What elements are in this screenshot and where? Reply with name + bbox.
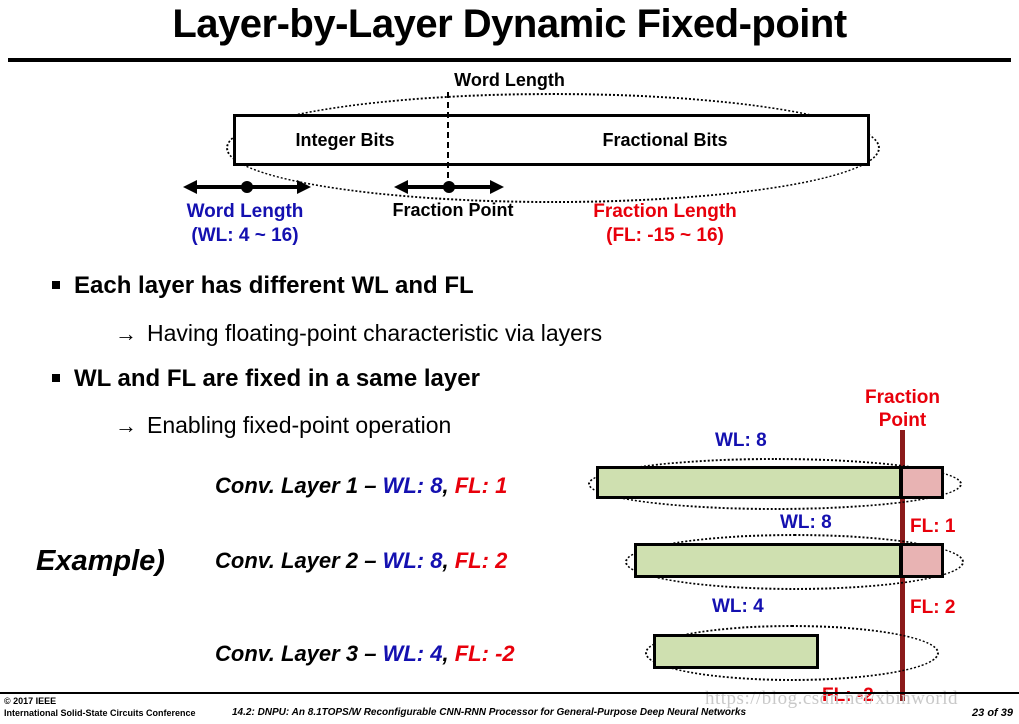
word-length-label: Word Length [454, 70, 565, 90]
bar-1-fraction [900, 466, 944, 499]
layer-2-fl-label: FL: [454, 548, 489, 573]
layer-3-dash: – [364, 641, 377, 666]
bar-3-wl-label: WL: 4 [712, 596, 764, 617]
bar-3-integer [653, 634, 819, 669]
bar-1-fl-label: FL: 1 [910, 516, 956, 537]
bullet-2: WL and FL are fixed in a same layer [52, 365, 480, 393]
bar-2-integer [634, 543, 902, 578]
fraction-length-caption-line2: (FL: -15 ~ 16) [606, 225, 724, 247]
footer-divider [0, 692, 1019, 694]
layer-3-wl-label: WL: [382, 641, 425, 666]
layer-1-comma: , [442, 473, 449, 498]
layer-1-wl-label: WL: [382, 473, 425, 498]
layer-2-comma: , [442, 548, 449, 573]
layer-2-fl-value: 2 [495, 548, 508, 573]
example-label: Example) [36, 545, 165, 577]
layer-1-wl-value: 8 [430, 473, 443, 498]
fraction-length-caption: Fraction Length (FL: -15 ~ 16) [540, 200, 790, 249]
fraction-point-header-line1: Fraction [865, 387, 940, 408]
bar-1-integer [596, 466, 902, 499]
fraction-point-arrow-icon [394, 180, 504, 194]
word-length-arrow-icon [183, 180, 311, 194]
layer-row-3: Conv. Layer 3 – WL: 4, FL: -2 [215, 641, 515, 667]
layer-2-name: Conv. Layer 2 [215, 548, 359, 573]
layer-3-fl-label: FL: [454, 641, 489, 666]
bullet-square-icon [52, 280, 60, 289]
footer-paper-title: 14.2: DNPU: An 8.1TOPS/W Reconfigurable … [232, 707, 747, 718]
fraction-point-divider [447, 92, 449, 188]
layer-2-wl-value: 8 [430, 548, 443, 573]
word-length-caption: Word Length (WL: 4 ~ 16) [125, 200, 365, 249]
slide: Layer-by-Layer Dynamic Fixed-point Word … [0, 0, 1019, 724]
layer-3-fl-value: -2 [495, 641, 515, 666]
bullet-2-text: WL and FL are fixed in a same layer [74, 365, 480, 392]
bullet-1-text: Each layer has different WL and FL [74, 272, 474, 299]
sub-bullet-2-text: Enabling fixed-point operation [147, 412, 452, 438]
layer-3-name: Conv. Layer 3 [215, 641, 359, 666]
layer-3-comma: , [442, 641, 449, 666]
sub-bullet-1-text: Having floating-point characteristic via… [147, 320, 603, 346]
arrow-right-icon: → [115, 321, 137, 346]
integer-bits-label: Integer Bits [295, 130, 395, 150]
bullet-square-icon [52, 373, 60, 382]
bar-2-fl-label: FL: 2 [910, 597, 956, 618]
layer-1-fl-label: FL: [454, 473, 489, 498]
bullet-1: Each layer has different WL and FL [52, 272, 474, 300]
title-divider [8, 58, 1011, 62]
layer-1-name: Conv. Layer 1 [215, 473, 359, 498]
bar-2-wl-label: WL: 8 [780, 512, 832, 533]
layer-2-dash: – [364, 548, 377, 573]
fraction-point-header: Fraction Point [835, 387, 970, 433]
layer-1-dash: – [364, 473, 377, 498]
footer-page-number: 23 of 39 [972, 707, 1013, 719]
word-length-caption-line1: Word Length [186, 201, 304, 222]
page-title: Layer-by-Layer Dynamic Fixed-point [172, 2, 847, 46]
sub-bullet-2: → Enabling fixed-point operation [115, 412, 451, 439]
layer-row-1: Conv. Layer 1 – WL: 8, FL: 1 [215, 473, 507, 499]
copyright: © 2017 IEEE International Solid-State Ci… [4, 695, 196, 719]
arrow-right-icon: → [115, 413, 137, 438]
word-length-caption-line2: (WL: 4 ~ 16) [191, 225, 299, 247]
bar-1-wl-label: WL: 8 [715, 430, 767, 451]
copyright-line2: International Solid-State Circuits Confe… [4, 708, 196, 719]
fraction-length-caption-line1: Fraction Length [593, 201, 737, 222]
bar-2-fraction [900, 543, 944, 578]
layer-row-2: Conv. Layer 2 – WL: 8, FL: 2 [215, 548, 507, 574]
fraction-point-caption: Fraction Point [392, 200, 514, 220]
layer-3-wl-value: 4 [430, 641, 443, 666]
fractional-bits-label: Fractional Bits [602, 130, 728, 150]
sub-bullet-1: → Having floating-point characteristic vi… [115, 320, 602, 347]
layer-2-wl-label: WL: [382, 548, 425, 573]
copyright-line1: © 2017 IEEE [4, 696, 57, 706]
layer-1-fl-value: 1 [495, 473, 508, 498]
